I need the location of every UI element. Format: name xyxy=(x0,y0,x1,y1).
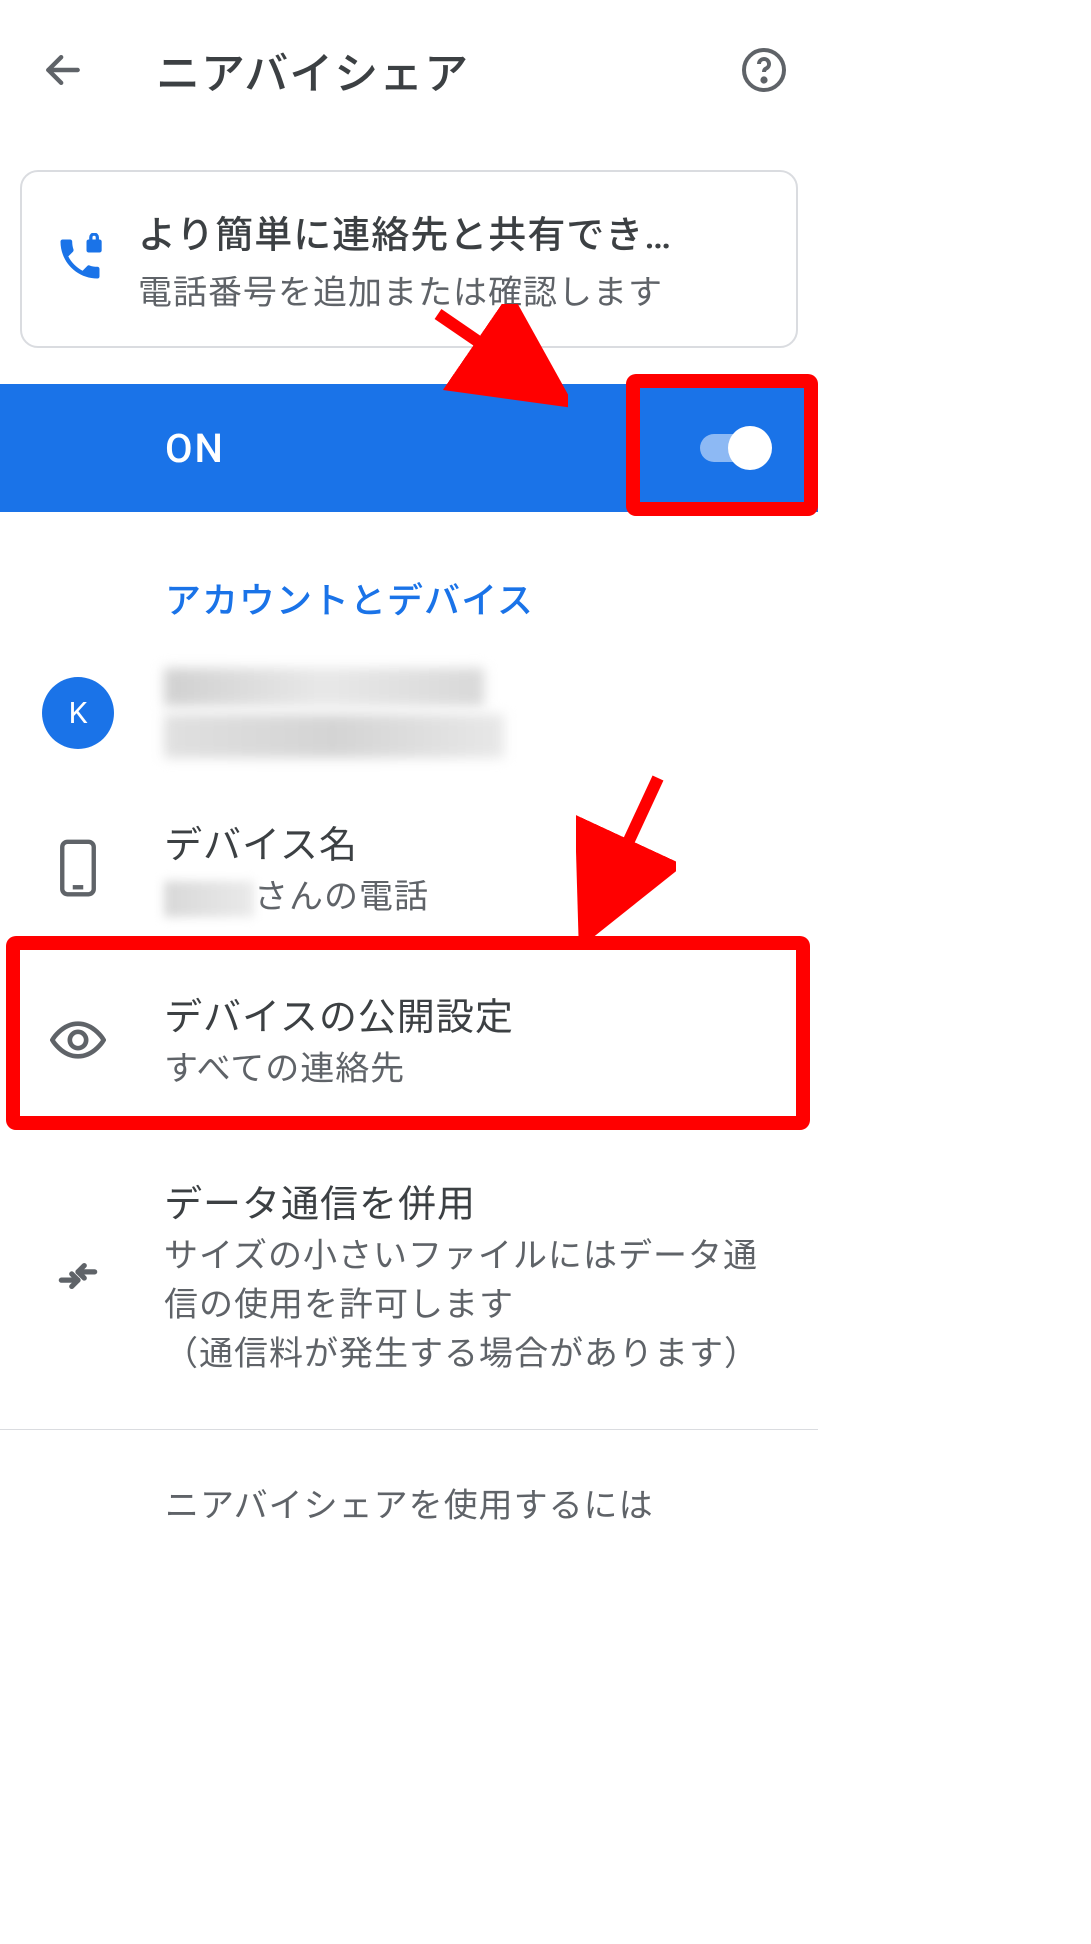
device-name-title: デバイス名 xyxy=(164,814,790,869)
annotation-highlight-box xyxy=(626,374,818,516)
avatar: K xyxy=(42,677,114,749)
annotation-arrow xyxy=(428,304,568,410)
phone-device-icon xyxy=(57,838,99,898)
info-card-title: より簡単に連絡先と共有でき… xyxy=(138,204,772,259)
page-title: ニアバイシェア xyxy=(156,38,740,102)
account-item[interactable]: K xyxy=(0,650,818,788)
section-header-account-device: アカウントとデバイス xyxy=(0,512,818,650)
phone-verification-card[interactable]: より簡単に連絡先と共有でき… 電話番号を追加または確認します xyxy=(20,170,798,348)
header: ニアバイシェア xyxy=(0,0,818,140)
account-email-redacted xyxy=(164,714,504,758)
annotation-arrow xyxy=(576,768,676,938)
phone-lock-icon xyxy=(54,233,106,285)
info-card-text: より簡単に連絡先と共有でき… 電話番号を追加または確認します xyxy=(138,204,772,314)
avatar-letter: K xyxy=(69,696,88,731)
data-transfer-icon xyxy=(53,1251,103,1301)
data-usage-item[interactable]: データ通信を併用 サイズの小さいファイルにはデータ通信の使用を許可します （通信… xyxy=(0,1133,818,1410)
back-icon[interactable] xyxy=(38,45,88,95)
device-name-item[interactable]: デバイス名 さんの電話 xyxy=(0,788,818,948)
device-name-value: さんの電話 xyxy=(164,873,790,922)
master-toggle-bar[interactable]: ON xyxy=(0,384,818,512)
annotation-highlight-box xyxy=(6,936,810,1130)
help-icon[interactable] xyxy=(740,46,788,94)
account-name-redacted xyxy=(164,668,484,706)
bottom-hint-text: ニアバイシェアを使用するには xyxy=(0,1430,818,1527)
data-usage-title: データ通信を併用 xyxy=(164,1173,790,1228)
data-usage-subtitle: サイズの小さいファイルにはデータ通信の使用を許可します （通信料が発生する場合が… xyxy=(164,1232,790,1380)
